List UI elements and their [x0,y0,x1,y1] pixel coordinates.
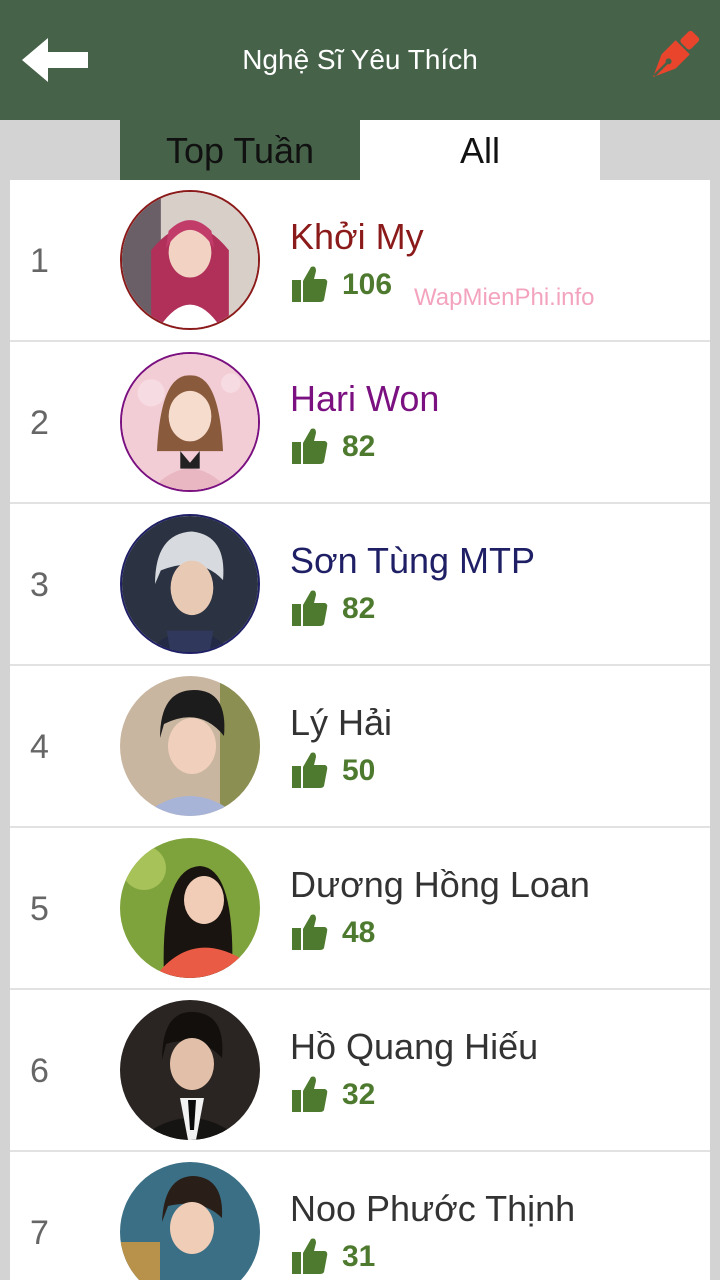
tab-bar: Top Tuần All [0,120,720,180]
pen-icon [653,30,700,77]
artist-name: Noo Phước Thịnh [290,1188,576,1229]
artist-row[interactable]: 1 Khởi My 106 [10,180,710,342]
artist-row[interactable]: 7 Noo Phước Thịnh 31 [10,1152,710,1280]
artist-name: Hari Won [290,378,440,419]
avatar [120,514,260,654]
thumbs-up-icon [292,752,328,788]
rank-number: 7 [30,1214,49,1252]
artist-row[interactable]: 6 Hồ Quang Hiếu 32 [10,990,710,1152]
avatar [120,352,260,492]
thumbs-up-icon [292,266,328,302]
thumbs-up-icon [292,1076,328,1112]
avatar [120,838,260,978]
avatar [120,1162,260,1280]
watermark: WapMienPhi.info [414,284,595,311]
avatar [120,190,260,330]
avatar [120,676,260,816]
artist-name: Lý Hải [290,702,393,743]
artist-name: Khởi My [290,216,424,257]
thumbs-up-icon [292,914,328,950]
artist-row[interactable]: 5 Dương Hồng Loan 48 [10,828,710,990]
rank-number: 5 [30,890,49,928]
app-header: Nghệ Sĩ Yêu Thích [0,0,720,120]
avatar [120,1000,260,1140]
rank-number: 6 [30,1052,49,1090]
tab-all[interactable]: All [360,120,600,180]
rank-number: 3 [30,566,49,604]
rank-number: 4 [30,728,49,766]
edit-button[interactable] [636,26,704,94]
artist-name: Hồ Quang Hiếu [290,1026,539,1067]
artist-list[interactable]: 1 Khởi My 106 2 Hari Won 82 3 Sơn Tùng M… [10,180,710,1280]
rank-number: 1 [30,242,49,280]
artist-row[interactable]: 4 Lý Hải 50 [10,666,710,828]
artist-row[interactable]: 3 Sơn Tùng MTP 82 [10,504,710,666]
page-title: Nghệ Sĩ Yêu Thích [242,44,478,75]
artist-name: Dương Hồng Loan [290,864,590,905]
rank-number: 2 [30,404,49,442]
artist-row[interactable]: 2 Hari Won 82 [10,342,710,504]
thumbs-up-icon [292,590,328,626]
thumbs-up-icon [292,1238,328,1274]
artist-name: Sơn Tùng MTP [290,540,536,581]
tab-top-week[interactable]: Top Tuần [120,120,360,180]
thumbs-up-icon [292,428,328,464]
